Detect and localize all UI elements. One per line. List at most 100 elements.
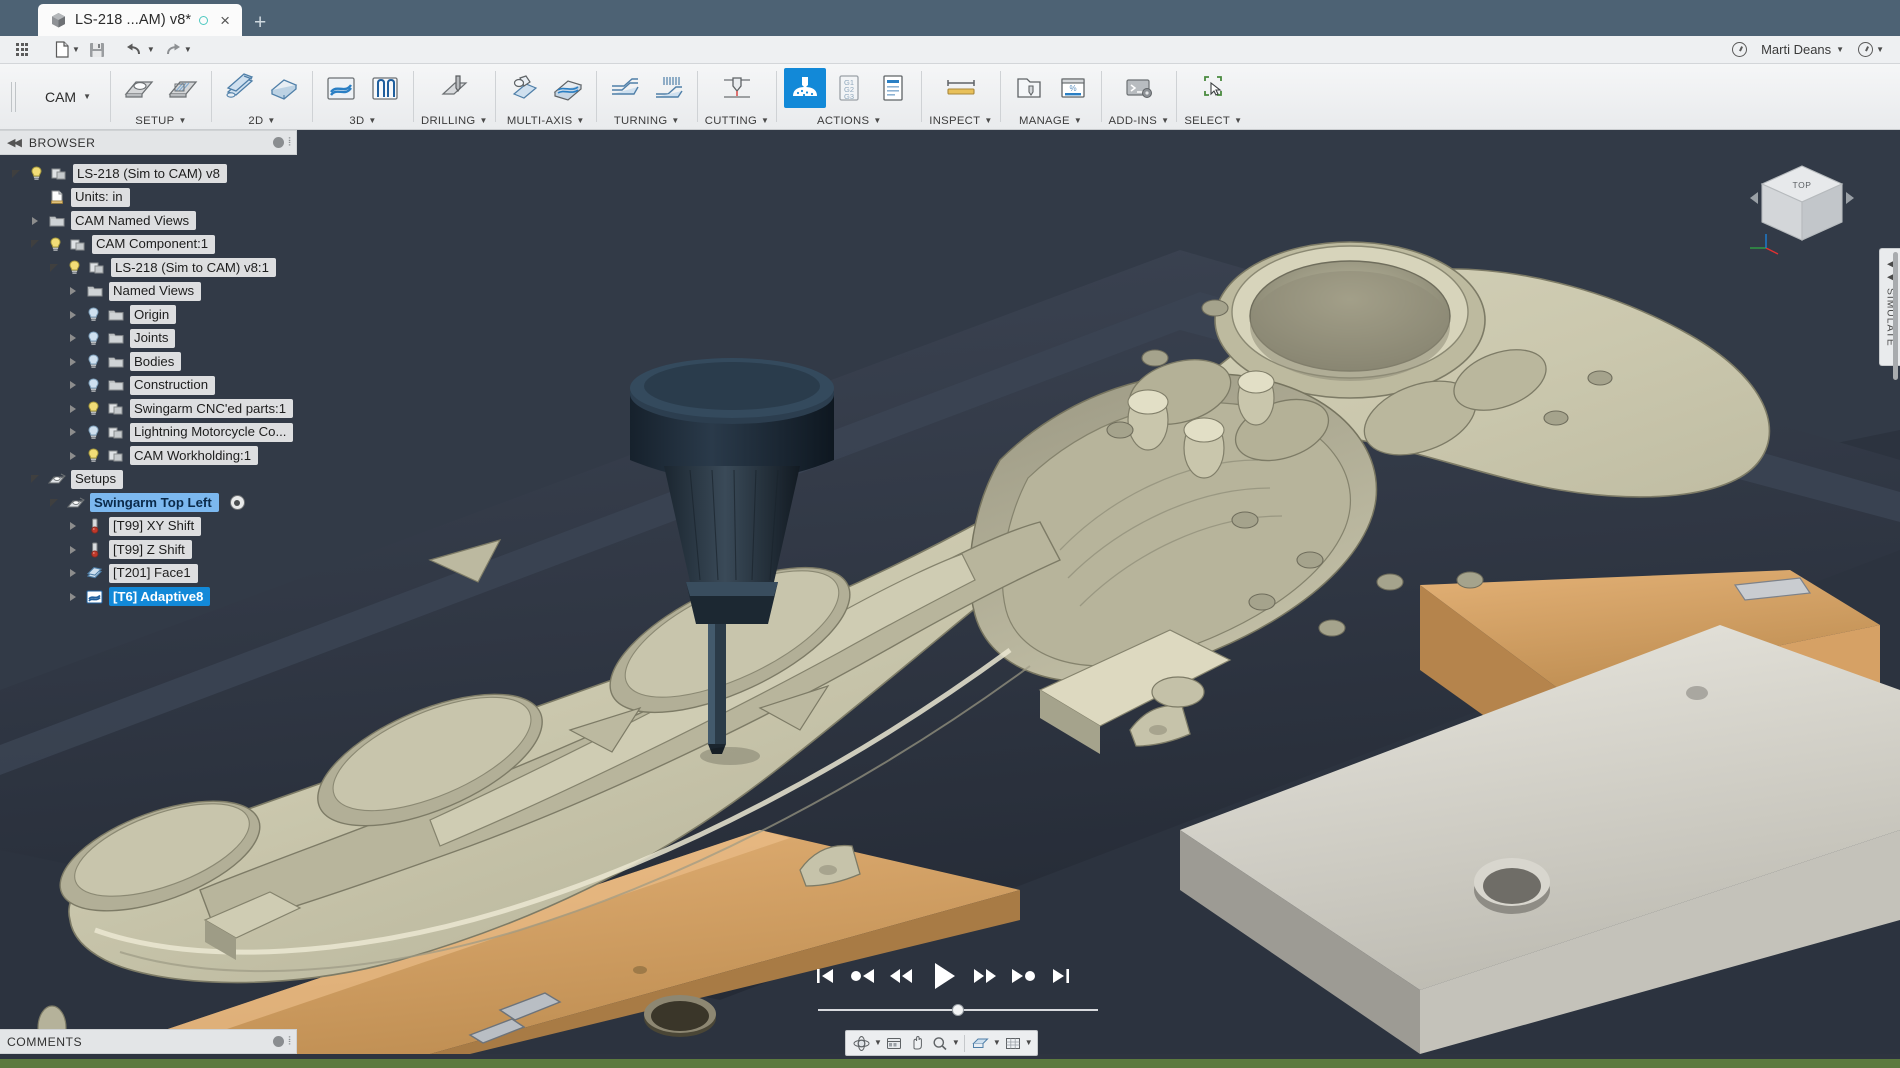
redo-dropdown-caret[interactable]: ▼ — [184, 46, 192, 54]
expand-twisty-icon[interactable] — [65, 405, 80, 413]
view-cube[interactable]: TOP — [1742, 152, 1862, 262]
redo-icon[interactable]: ▼ — [160, 38, 195, 62]
orbit-dropdown-caret[interactable]: ▼ — [874, 1039, 882, 1047]
user-menu[interactable]: Marti Deans ▼ — [1761, 42, 1844, 57]
file-icon[interactable]: ▼ — [52, 38, 83, 62]
stock-setup-icon[interactable] — [162, 68, 204, 108]
expand-twisty-icon[interactable] — [65, 287, 80, 295]
document-tab[interactable]: LS-218 ...AM) v8* × — [38, 4, 242, 36]
tree-node[interactable]: CAM Component:1 — [0, 233, 297, 257]
new-tab-button[interactable]: + — [242, 9, 278, 36]
machine-config-icon[interactable]: % — [1052, 68, 1094, 108]
browser-resize-grip[interactable]: ⦙⦙ — [288, 136, 289, 149]
rewind-icon[interactable] — [888, 964, 914, 988]
tree-node[interactable]: Bodies — [0, 350, 297, 374]
comments-resize-grip[interactable]: ⦙⦙ — [288, 1035, 289, 1048]
tree-node[interactable]: LS-218 (Sim to CAM) v8 — [0, 162, 297, 186]
step-backward-icon[interactable] — [849, 964, 877, 988]
panel-label-cutting[interactable]: CUTTING▼ — [705, 112, 770, 129]
setup-sheet-icon[interactable] — [872, 68, 914, 108]
simulation-timeline[interactable] — [818, 1004, 1098, 1016]
skip-to-end-icon[interactable] — [1049, 964, 1073, 988]
setup-icon[interactable] — [118, 68, 160, 108]
active-setup-badge[interactable] — [230, 495, 245, 510]
measure-icon[interactable] — [940, 68, 982, 108]
orbit-icon[interactable] — [850, 1032, 873, 1054]
save-icon[interactable] — [85, 38, 109, 62]
tree-node[interactable]: [T99] Z Shift — [0, 538, 297, 562]
swarf-icon[interactable] — [503, 68, 545, 108]
collapse-twisty-icon[interactable] — [46, 499, 61, 507]
expand-twisty-icon[interactable] — [65, 311, 80, 319]
collapse-arrows-icon[interactable]: ◀◀ — [7, 136, 20, 149]
panel-label-setup[interactable]: SETUP▼ — [135, 112, 186, 129]
recent-activity-button[interactable] — [1732, 42, 1747, 57]
visibility-bulb-icon[interactable] — [85, 331, 101, 346]
visibility-bulb-icon[interactable] — [85, 401, 101, 416]
fast-forward-icon[interactable] — [972, 964, 998, 988]
panel-label-manage[interactable]: MANAGE▼ — [1019, 112, 1082, 129]
visibility-bulb-icon[interactable] — [85, 378, 101, 393]
simulate-icon[interactable] — [784, 68, 826, 108]
expand-twisty-icon[interactable] — [65, 381, 80, 389]
drill-icon[interactable] — [433, 68, 475, 108]
turning-groove-icon[interactable] — [648, 68, 690, 108]
pan-icon[interactable] — [906, 1032, 928, 1054]
undo-dropdown-caret[interactable]: ▼ — [147, 46, 155, 54]
panel-label-addins[interactable]: ADD-INS▼ — [1109, 112, 1170, 129]
timeline-handle[interactable] — [952, 1004, 964, 1016]
collapse-twisty-icon[interactable] — [46, 264, 61, 272]
collapse-twisty-icon[interactable] — [27, 475, 42, 483]
multiaxis-contour-icon[interactable] — [547, 68, 589, 108]
expand-twisty-icon[interactable] — [65, 334, 80, 342]
panel-label-inspect[interactable]: INSPECT▼ — [929, 112, 992, 129]
visibility-bulb-icon[interactable] — [85, 448, 101, 463]
tree-node[interactable]: Origin — [0, 303, 297, 327]
grid-snap-icon[interactable] — [1002, 1032, 1024, 1054]
tree-node[interactable]: CAM Workholding:1 — [0, 444, 297, 468]
comments-options-icon[interactable] — [273, 1036, 284, 1047]
face-2d-icon[interactable] — [219, 68, 261, 108]
pocket-2d-icon[interactable] — [263, 68, 305, 108]
collapse-twisty-icon[interactable] — [8, 170, 23, 178]
panel-label-select[interactable]: SELECT▼ — [1184, 112, 1242, 129]
visibility-bulb-icon[interactable] — [28, 166, 44, 181]
tree-node[interactable]: Named Views — [0, 280, 297, 304]
tree-node[interactable]: LS-218 (Sim to CAM) v8:1 — [0, 256, 297, 280]
file-dropdown-caret[interactable]: ▼ — [72, 46, 80, 54]
play-icon[interactable] — [926, 959, 960, 993]
workspace-switcher[interactable]: CAM ▼ — [26, 64, 110, 129]
expand-twisty-icon[interactable] — [65, 452, 80, 460]
post-process-icon[interactable]: G1 G2 G3 — [828, 68, 870, 108]
panel-label-actions[interactable]: ACTIONS▼ — [817, 112, 882, 129]
expand-twisty-icon[interactable] — [27, 217, 42, 225]
expand-twisty-icon[interactable] — [65, 522, 80, 530]
waterjet-cut-icon[interactable] — [716, 68, 758, 108]
expand-twisty-icon[interactable] — [65, 569, 80, 577]
visibility-bulb-icon[interactable] — [85, 425, 101, 440]
undo-icon[interactable]: ▼ — [123, 38, 158, 62]
addins-script-icon[interactable] — [1118, 68, 1160, 108]
parallel-3d-icon[interactable] — [364, 68, 406, 108]
help-menu[interactable]: ▼ — [1858, 42, 1884, 57]
visibility-bulb-icon[interactable] — [47, 237, 63, 252]
look-at-icon[interactable] — [883, 1032, 905, 1054]
tree-node[interactable]: CAM Named Views — [0, 209, 297, 233]
panel-label-turning[interactable]: TURNING▼ — [614, 112, 680, 129]
tree-node[interactable]: Lightning Motorcycle Co... — [0, 421, 297, 445]
adaptive-3d-icon[interactable] — [320, 68, 362, 108]
skip-to-start-icon[interactable] — [813, 964, 837, 988]
collapse-twisty-icon[interactable] — [27, 240, 42, 248]
visibility-bulb-icon[interactable] — [85, 307, 101, 322]
tree-node[interactable]: Swingarm Top Left — [0, 491, 297, 515]
expand-twisty-icon[interactable] — [65, 428, 80, 436]
expand-twisty-icon[interactable] — [65, 358, 80, 366]
display-caret[interactable]: ▼ — [993, 1039, 1001, 1047]
panel-label-3d[interactable]: 3D▼ — [349, 112, 376, 129]
tool-library-icon[interactable] — [1008, 68, 1050, 108]
tree-node[interactable]: Units: in — [0, 186, 297, 210]
zoom-window-caret[interactable]: ▼ — [952, 1039, 960, 1047]
tree-node[interactable]: Setups — [0, 468, 297, 492]
visibility-bulb-icon[interactable] — [66, 260, 82, 275]
step-forward-icon[interactable] — [1009, 964, 1037, 988]
